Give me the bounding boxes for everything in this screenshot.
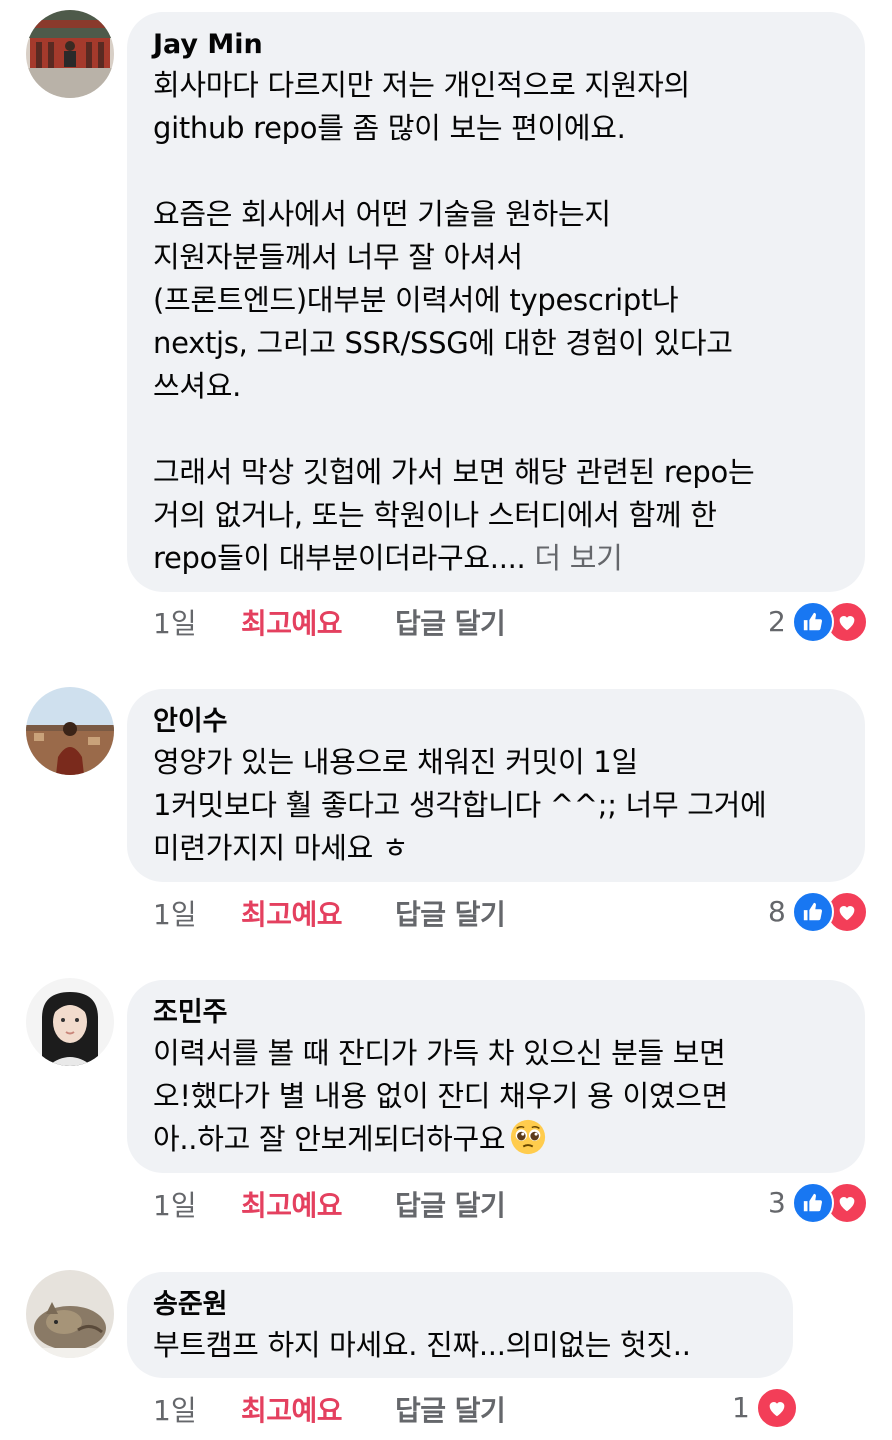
reaction-count: 8 xyxy=(768,895,786,928)
comment-line: (프론트엔드)대부분 이력서에 typescript나 xyxy=(153,283,679,317)
like-button[interactable]: 최고예요 xyxy=(241,1186,343,1226)
love-icon xyxy=(755,1387,798,1429)
comment-author[interactable]: 조민주 xyxy=(153,996,839,1030)
reply-button[interactable]: 답글 달기 xyxy=(395,1186,506,1226)
like-button[interactable]: 최고예요 xyxy=(241,604,343,644)
comment-line: 이력서를 볼 때 잔디가 가득 차 있으신 분들 보면 xyxy=(153,1036,726,1070)
comment-line: 거의 없거나, 또는 학원이나 스터디에서 함께 한 xyxy=(153,498,717,532)
reactions-summary[interactable]: 8 xyxy=(768,891,868,933)
comment-bubble: 조민주 이력서를 볼 때 잔디가 가득 차 있으신 분들 보면 오!했다가 별 … xyxy=(127,980,865,1173)
comment-line-blank xyxy=(153,150,839,193)
comment-author[interactable]: 송준원 xyxy=(153,1288,767,1322)
comment-author[interactable]: Jay Min xyxy=(153,28,839,62)
comment-line-last: 아..하고 잘 안보게되더하구요 xyxy=(153,1118,839,1161)
reply-button[interactable]: 답글 달기 xyxy=(395,1391,506,1431)
comment-line: 쓰셔요. xyxy=(153,369,242,403)
comment-line-last: repo들이 대부분이더라구요.... 더 보기 xyxy=(153,537,839,580)
reactions-summary[interactable]: 3 xyxy=(768,1182,868,1224)
comment-bubble: Jay Min 회사마다 다르지만 저는 개인적으로 지원자의 github r… xyxy=(127,12,865,592)
comment-line: 지원자분들께서 너무 잘 아셔서 xyxy=(153,240,523,274)
comment-time[interactable]: 1일 xyxy=(153,1391,197,1431)
comment-line: 요즘은 회사에서 어떤 기술을 원하는지 xyxy=(153,197,611,231)
like-icon xyxy=(791,1182,834,1224)
comment-line: 오!했다가 별 내용 없이 잔디 채우기 용 이였으면 xyxy=(153,1079,728,1113)
comment-line-blank xyxy=(153,408,839,451)
reply-button[interactable]: 답글 달기 xyxy=(395,604,506,644)
avatar-photo xyxy=(26,687,114,775)
comment-bubble: 송준원 부트캠프 하지 마세요. 진짜...의미없는 헛짓.. xyxy=(127,1272,793,1378)
comment-line: 회사마다 다르지만 저는 개인적으로 지원자의 xyxy=(153,68,690,102)
comment-time[interactable]: 1일 xyxy=(153,1186,197,1226)
reaction-count: 2 xyxy=(768,605,786,638)
comment-line: 부트캠프 하지 마세요. 진짜...의미없는 헛짓.. xyxy=(153,1328,691,1362)
comment-text: 부트캠프 하지 마세요. 진짜...의미없는 헛짓.. xyxy=(153,1324,767,1367)
avatar[interactable] xyxy=(26,978,114,1066)
comment-author[interactable]: 안이수 xyxy=(153,705,839,739)
comment-line: 영양가 있는 내용으로 채워진 커밋이 1일 xyxy=(153,745,638,779)
comment-text: 회사마다 다르지만 저는 개인적으로 지원자의 github repo를 좀 많… xyxy=(153,64,839,580)
comment-line: 그래서 막상 깃헙에 가서 보면 해당 관련된 repo는 xyxy=(153,455,755,489)
comment-time[interactable]: 1일 xyxy=(153,895,197,935)
avatar-photo xyxy=(26,1270,114,1358)
comment-line: repo들이 대부분이더라구요.... xyxy=(153,541,526,575)
avatar[interactable] xyxy=(26,10,114,98)
comment-line: 미련가지지 마세요 ㅎ xyxy=(153,831,409,865)
comment-line: github repo를 좀 많이 보는 편이에요. xyxy=(153,111,626,145)
like-icon xyxy=(791,601,834,643)
like-icon xyxy=(791,891,834,933)
like-button[interactable]: 최고예요 xyxy=(241,1391,343,1431)
comment-line: nextjs, 그리고 SSR/SSG에 대한 경험이 있다고 xyxy=(153,326,733,360)
reaction-count: 3 xyxy=(768,1186,786,1219)
reactions-summary[interactable]: 1 xyxy=(732,1387,798,1429)
avatar[interactable] xyxy=(26,1270,114,1358)
comment-line: 아..하고 잘 안보게되더하구요 xyxy=(153,1122,506,1156)
comment-time[interactable]: 1일 xyxy=(153,604,197,644)
comment-text: 이력서를 볼 때 잔디가 가득 차 있으신 분들 보면 오!했다가 별 내용 없… xyxy=(153,1032,839,1161)
comment-bubble: 안이수 영양가 있는 내용으로 채워진 커밋이 1일 1커밋보다 훨 좋다고 생… xyxy=(127,689,865,882)
reactions-summary[interactable]: 2 xyxy=(768,601,868,643)
avatar-photo xyxy=(26,978,114,1066)
see-more-link[interactable]: 더 보기 xyxy=(534,541,622,575)
avatar-photo xyxy=(26,10,114,98)
comment-line: 1커밋보다 훨 좋다고 생각합니다 ^^;; 너무 그거에 xyxy=(153,788,767,822)
like-button[interactable]: 최고예요 xyxy=(241,895,343,935)
reaction-count: 1 xyxy=(732,1391,750,1424)
pleading-face-emoji xyxy=(511,1119,546,1155)
comment-text: 영양가 있는 내용으로 채워진 커밋이 1일 1커밋보다 훨 좋다고 생각합니다… xyxy=(153,741,839,870)
avatar[interactable] xyxy=(26,687,114,775)
reply-button[interactable]: 답글 달기 xyxy=(395,895,506,935)
